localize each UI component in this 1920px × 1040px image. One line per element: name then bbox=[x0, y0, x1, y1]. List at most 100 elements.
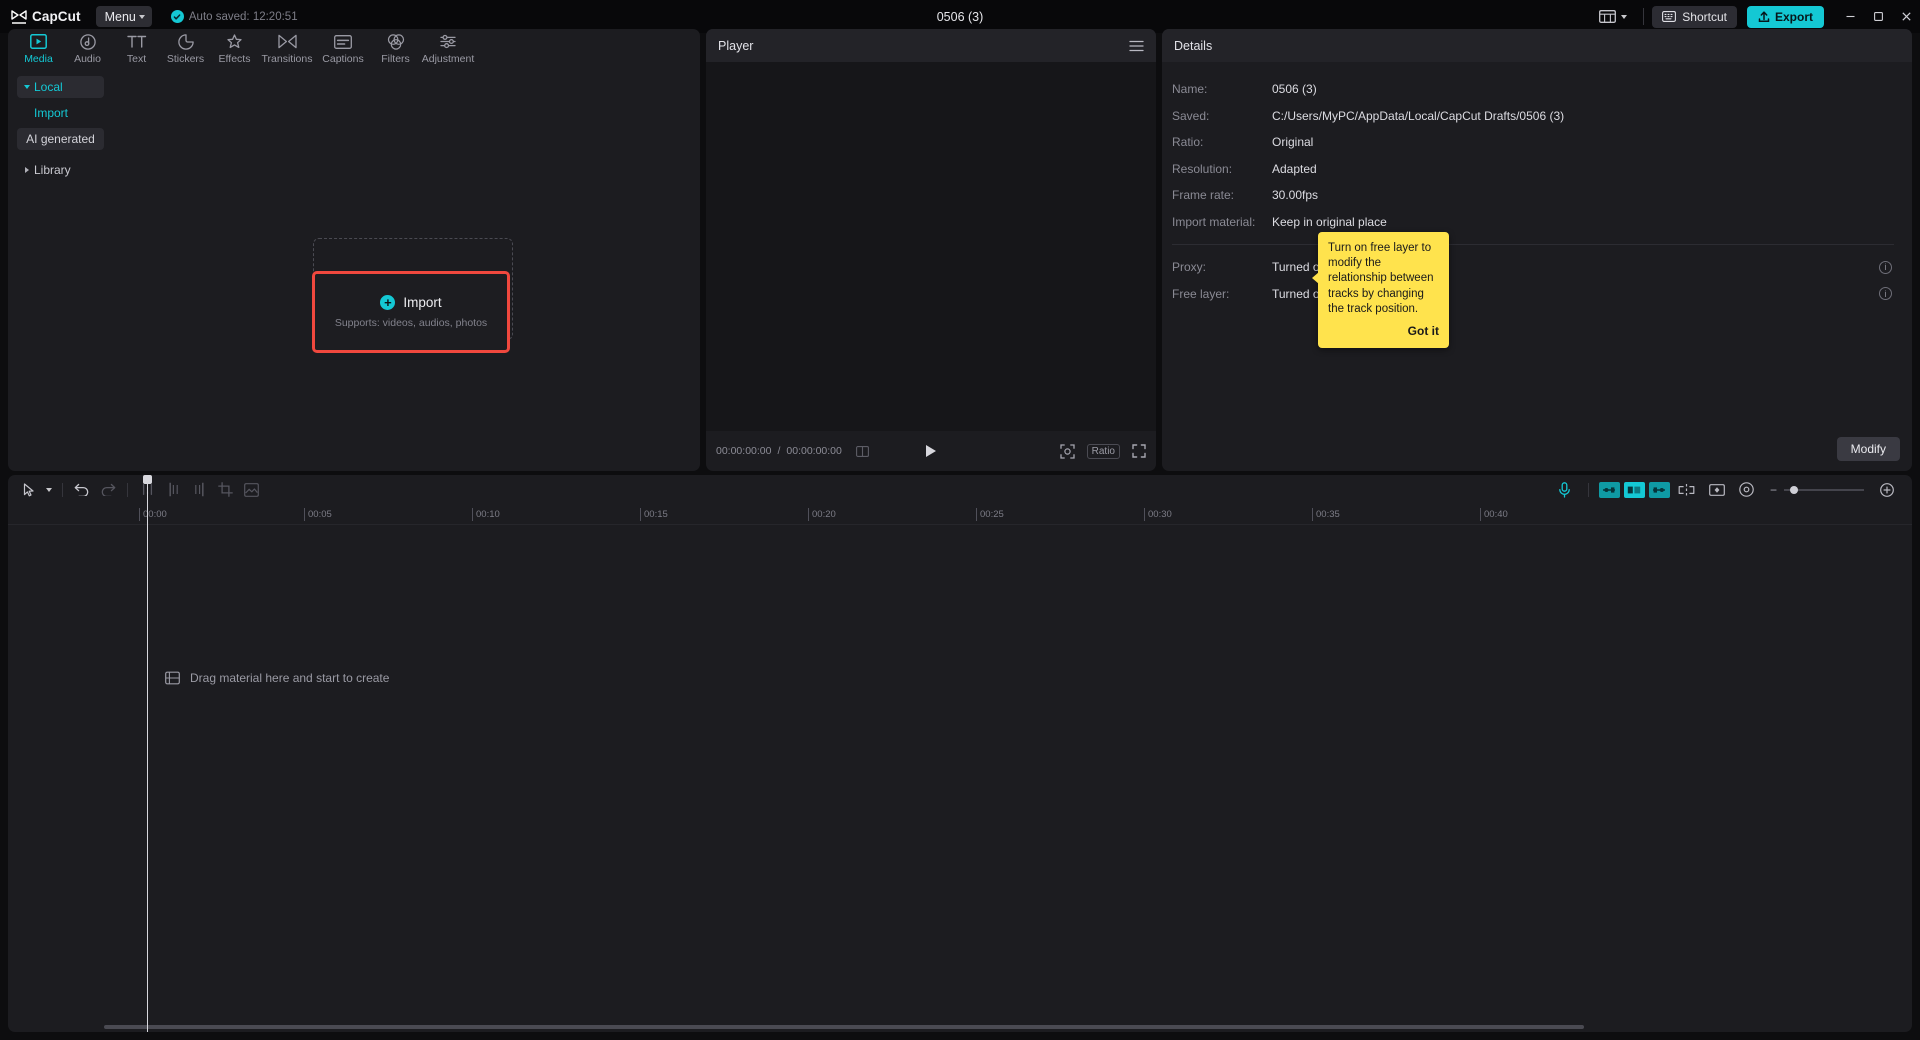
zoom-out-label[interactable]: − bbox=[1770, 483, 1777, 497]
tab-label: Adjustment bbox=[422, 53, 475, 65]
playhead[interactable] bbox=[147, 475, 148, 1032]
ruler-tick: 00:20 bbox=[808, 508, 836, 521]
player-panel: Player 00:00:00:00 / 00:00:00:00 bbox=[706, 29, 1156, 471]
player-canvas[interactable] bbox=[706, 62, 1156, 431]
transitions-icon bbox=[278, 33, 297, 50]
info-icon[interactable]: i bbox=[1879, 287, 1892, 300]
modify-button[interactable]: Modify bbox=[1837, 437, 1900, 461]
app-logo-text: CapCut bbox=[32, 9, 81, 24]
tab-filters[interactable]: Filters bbox=[371, 29, 420, 65]
mixer-icon[interactable] bbox=[1599, 482, 1620, 498]
ruler-tick: 00:40 bbox=[1480, 508, 1508, 521]
close-icon bbox=[1901, 11, 1912, 22]
ruler-tick: 00:10 bbox=[472, 508, 500, 521]
total-time: 00:00:00:00 bbox=[786, 445, 841, 457]
zoom-slider[interactable]: − bbox=[1770, 483, 1864, 497]
tab-label: Text bbox=[127, 53, 146, 65]
details-body: Name: 0506 (3) Saved: C:/Users/MyPC/AppD… bbox=[1162, 62, 1912, 471]
redo-icon[interactable] bbox=[95, 479, 121, 501]
detail-row-framerate: Frame rate: 30.00fps bbox=[1172, 182, 1898, 209]
keyframe-icon[interactable] bbox=[1704, 479, 1730, 501]
media-tabbar: Media Audio Text Stickers bbox=[8, 29, 700, 66]
play-icon[interactable] bbox=[926, 445, 936, 457]
crop-icon[interactable] bbox=[212, 479, 238, 501]
sidebar-item-ai-generated[interactable]: AI generated bbox=[17, 128, 104, 150]
cursor-icon[interactable] bbox=[16, 479, 42, 501]
player-controls: 00:00:00:00 / 00:00:00:00 Ratio bbox=[706, 431, 1156, 471]
tab-media[interactable]: Media bbox=[14, 29, 63, 65]
shortcut-button[interactable]: Shortcut bbox=[1652, 6, 1737, 28]
zoom-track[interactable] bbox=[1784, 489, 1864, 491]
got-it-button[interactable]: Got it bbox=[1328, 324, 1439, 340]
player-right-controls: Ratio bbox=[1060, 444, 1146, 459]
trim-left-icon[interactable] bbox=[160, 479, 186, 501]
speed-icon[interactable] bbox=[1649, 482, 1670, 498]
ruler-tick: 00:25 bbox=[976, 508, 1004, 521]
crop-icon[interactable] bbox=[1060, 444, 1075, 459]
sidebar-item-local[interactable]: Local bbox=[17, 76, 104, 98]
timeline-toolbar: − bbox=[8, 475, 1912, 504]
chevron-right-icon bbox=[25, 167, 29, 173]
timeline-horizontal-scrollbar[interactable] bbox=[104, 1025, 1584, 1029]
chevron-right-icon bbox=[24, 85, 30, 89]
chevron-down-icon[interactable] bbox=[42, 479, 56, 501]
detail-key: Free layer: bbox=[1172, 287, 1272, 301]
detail-row-name: Name: 0506 (3) bbox=[1172, 76, 1898, 103]
layout-switch-button[interactable] bbox=[1591, 10, 1635, 23]
link-icon[interactable] bbox=[1674, 479, 1700, 501]
menu-button[interactable]: Menu bbox=[96, 6, 152, 27]
tab-adjustment[interactable]: Adjustment bbox=[420, 29, 476, 65]
import-button[interactable]: + Import Supports: videos, audios, photo… bbox=[312, 271, 510, 353]
detail-key: Ratio: bbox=[1172, 135, 1272, 149]
detail-row-saved: Saved: C:/Users/MyPC/AppData/Local/CapCu… bbox=[1172, 103, 1898, 130]
timeline-tracks-area[interactable]: Drag material here and start to create bbox=[8, 525, 1912, 1018]
timeline-ruler[interactable]: 00:00 00:05 00:10 00:15 00:20 00:25 00:3… bbox=[8, 504, 1912, 525]
tab-effects[interactable]: Effects bbox=[210, 29, 259, 65]
detail-key: Name: bbox=[1172, 82, 1272, 96]
adjust-icon[interactable] bbox=[1734, 479, 1760, 501]
info-icon[interactable]: i bbox=[1879, 261, 1892, 274]
player-title: Player bbox=[718, 39, 753, 53]
player-header: Player bbox=[706, 29, 1156, 62]
detail-value: Adapted bbox=[1272, 162, 1317, 176]
undo-icon[interactable] bbox=[69, 479, 95, 501]
tab-captions[interactable]: Captions bbox=[315, 29, 371, 65]
detail-value: 30.00fps bbox=[1272, 188, 1318, 202]
detail-value: Original bbox=[1272, 135, 1313, 149]
media-sidebar: Local Import AI generated Library bbox=[8, 66, 113, 471]
divider bbox=[62, 483, 63, 497]
ratio-button[interactable]: Ratio bbox=[1087, 444, 1120, 459]
tab-text[interactable]: Text bbox=[112, 29, 161, 65]
media-icon bbox=[30, 33, 47, 50]
fullscreen-icon[interactable] bbox=[1132, 444, 1146, 458]
filters-icon bbox=[387, 33, 405, 50]
menu-label: Menu bbox=[105, 10, 136, 24]
sidebar-item-import[interactable]: Import bbox=[17, 102, 104, 124]
detail-row-resolution: Resolution: Adapted bbox=[1172, 156, 1898, 183]
timeline-right-tools: − bbox=[1552, 479, 1904, 501]
detail-key: Frame rate: bbox=[1172, 188, 1272, 202]
microphone-icon[interactable] bbox=[1552, 479, 1578, 501]
drop-hint-text: Drag material here and start to create bbox=[190, 671, 389, 685]
export-button[interactable]: Export bbox=[1747, 6, 1824, 28]
text-icon bbox=[127, 33, 147, 50]
chevron-down-icon bbox=[1621, 15, 1627, 19]
freeze-frame-icon[interactable] bbox=[238, 479, 264, 501]
zoom-fit-icon[interactable] bbox=[1874, 479, 1900, 501]
media-panel: Media Audio Text Stickers bbox=[8, 29, 700, 471]
ruler-tick: 00:05 bbox=[304, 508, 332, 521]
player-extra-icon[interactable] bbox=[856, 446, 869, 457]
detail-row-free-layer: Free layer: Turned off i bbox=[1172, 281, 1898, 308]
trim-right-icon[interactable] bbox=[186, 479, 212, 501]
sidebar-item-library[interactable]: Library bbox=[17, 159, 104, 181]
tab-audio[interactable]: Audio bbox=[63, 29, 112, 65]
tab-transitions[interactable]: Transitions bbox=[259, 29, 315, 65]
tab-stickers[interactable]: Stickers bbox=[161, 29, 210, 65]
time-separator: / bbox=[777, 445, 780, 457]
maximize-icon bbox=[1873, 11, 1884, 22]
auto-icon[interactable] bbox=[1624, 482, 1645, 498]
zoom-knob[interactable] bbox=[1790, 486, 1798, 494]
player-time-group: 00:00:00:00 / 00:00:00:00 bbox=[716, 445, 869, 457]
hamburger-icon[interactable] bbox=[1129, 40, 1144, 52]
plus-icon: + bbox=[380, 295, 395, 310]
